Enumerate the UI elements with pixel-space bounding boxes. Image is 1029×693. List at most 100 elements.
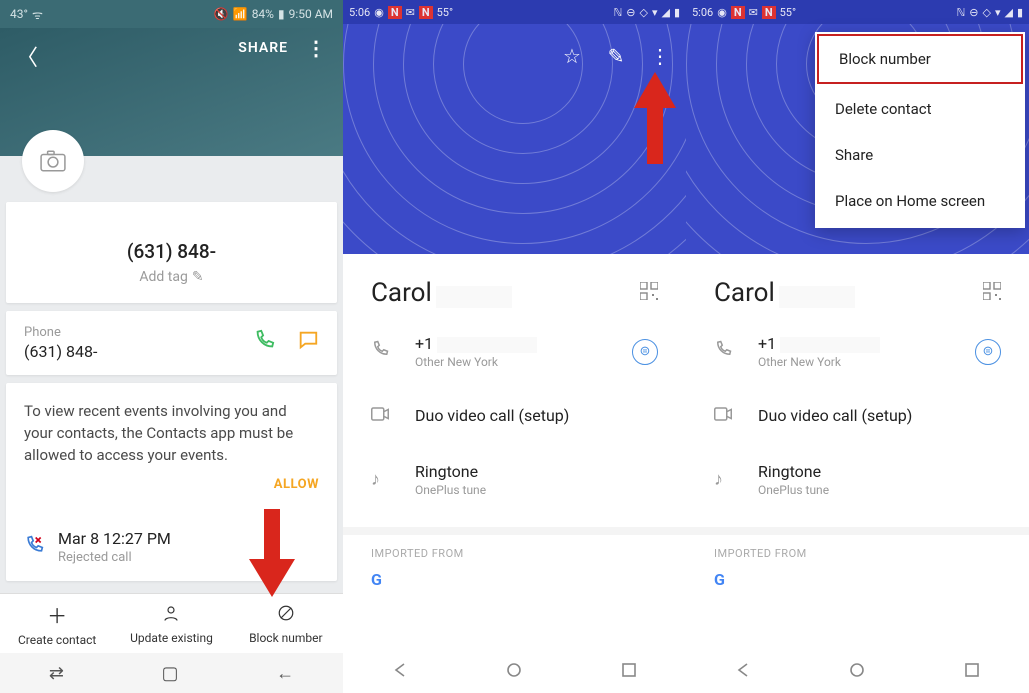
duo-label: Duo video call (setup) <box>758 406 1001 425</box>
redacted-lastname <box>779 286 855 308</box>
nav-back-icon[interactable]: ← <box>276 663 294 684</box>
signal-icon: 📶 <box>233 7 248 21</box>
status-bar: 5:06 ◉ N ✉ N 55° ℕ ⊖ ◇ ▾ ◢ ▮ <box>343 0 686 24</box>
music-note-icon: ♪ <box>714 469 736 490</box>
phone-prefix: +1 <box>758 334 776 353</box>
app-icon-m: ✉ <box>406 6 415 19</box>
google-source[interactable]: G <box>343 566 686 594</box>
message-icon[interactable]: ⊜ <box>975 339 1001 365</box>
nav-back-icon[interactable] <box>392 662 408 682</box>
create-contact-button[interactable]: ＋ Create contact <box>0 594 114 653</box>
google-icon: G <box>714 570 734 590</box>
rejected-call-icon <box>24 535 44 560</box>
music-note-icon: ♪ <box>371 469 393 490</box>
clock: 5:06 <box>692 6 713 19</box>
app-icon-n: N <box>388 6 402 19</box>
phone-sub: Other New York <box>758 355 953 369</box>
phone-prefix: +1 <box>415 334 433 353</box>
duo-row[interactable]: Duo video call (setup) <box>686 387 1029 444</box>
video-icon <box>714 405 736 426</box>
section-divider <box>686 527 1029 535</box>
favorite-icon[interactable]: ☆ <box>554 38 590 74</box>
battery-icon: ▮ <box>278 7 285 21</box>
phone-row[interactable]: +1 Other New York ⊜ <box>343 316 686 387</box>
qr-icon[interactable] <box>983 282 1001 305</box>
nav-recents-icon[interactable] <box>964 662 980 682</box>
phone-row[interactable]: +1 Other New York ⊜ <box>686 316 1029 387</box>
nav-home-icon[interactable] <box>506 662 522 682</box>
app-icon-m: ✉ <box>749 6 758 19</box>
temp-indicator: 43° <box>10 7 28 21</box>
block-number-button[interactable]: Block number <box>229 594 343 653</box>
update-existing-button[interactable]: Update existing <box>114 594 228 653</box>
app-icon-n2: N <box>762 6 776 19</box>
recent-status: Rejected call <box>58 550 171 565</box>
phone-sub: Other New York <box>415 355 610 369</box>
nav-home-icon[interactable] <box>849 662 865 682</box>
screen-oneplus-contact: 5:06 ◉ N ✉ N 55° ℕ ⊖ ◇ ▾ ◢ ▮ ☆ <box>343 0 686 693</box>
more-icon[interactable]: ⋮ <box>642 38 678 74</box>
temp-indicator: 55° <box>780 6 796 19</box>
phone-label: Phone <box>24 325 97 340</box>
section-divider <box>343 527 686 535</box>
nav-recents-icon[interactable] <box>621 662 637 682</box>
battery-pct: 84% <box>252 7 274 21</box>
status-dot: ◉ <box>374 6 384 19</box>
permission-text: To view recent events involving you and … <box>24 401 319 466</box>
clock: 9:50 AM <box>289 7 333 21</box>
duo-row[interactable]: Duo video call (setup) <box>343 387 686 444</box>
edit-icon[interactable]: ✎ <box>598 38 634 74</box>
qr-icon[interactable] <box>640 282 658 305</box>
add-tag-button[interactable]: Add tag ✎ <box>22 269 321 285</box>
message-icon[interactable]: ⊜ <box>632 339 658 365</box>
menu-place-home[interactable]: Place on Home screen <box>815 178 1025 224</box>
contact-name: Carol <box>714 278 775 308</box>
nfc-icon: ℕ <box>613 6 622 19</box>
edit-icon: ✎ <box>192 269 204 285</box>
redacted-number <box>780 337 880 353</box>
permission-card: To view recent events involving you and … <box>6 383 337 581</box>
name-row: Carol <box>686 254 1029 316</box>
person-icon <box>162 603 180 627</box>
ringtone-row[interactable]: ♪ Ringtone OnePlus tune <box>686 444 1029 515</box>
avatar-camera[interactable] <box>22 130 84 192</box>
name-card: (631) 848- Add tag ✎ <box>6 202 337 303</box>
wifi-icon: ᯤ <box>32 6 43 23</box>
share-button[interactable]: SHARE <box>238 40 288 56</box>
menu-delete-contact[interactable]: Delete contact <box>815 86 1025 132</box>
back-icon[interactable]: 〈 <box>16 40 38 72</box>
nav-recents-icon[interactable]: ⇄ <box>49 663 64 684</box>
signal-icon: ◢ <box>1004 6 1012 19</box>
redacted-lastname <box>436 286 512 308</box>
battery-icon: ▮ <box>1017 6 1023 19</box>
phone-icon <box>371 340 393 363</box>
call-icon[interactable] <box>253 329 275 357</box>
nav-back-icon[interactable] <box>735 662 751 682</box>
block-icon <box>277 603 295 627</box>
status-bar: 5:06 ◉ N ✉ N 55° ℕ ⊖ ◇ ▾ ◢ ▮ <box>686 0 1029 24</box>
recent-call-row[interactable]: Mar 8 12:27 PM Rejected call <box>6 513 337 581</box>
bottom-actions: ＋ Create contact Update existing Block n… <box>0 593 343 653</box>
overflow-menu: Block number Delete contact Share Place … <box>815 32 1025 228</box>
nav-bar <box>686 651 1029 693</box>
menu-block-number[interactable]: Block number <box>817 34 1023 84</box>
nav-home-icon[interactable]: ▢ <box>162 663 179 684</box>
signal-icon: ◢ <box>661 6 669 19</box>
contact-name: (631) 848- <box>22 240 321 263</box>
battery-icon: ▮ <box>674 6 680 19</box>
more-icon[interactable]: ⋮ <box>306 43 327 53</box>
google-source[interactable]: G <box>686 566 1029 594</box>
recent-time: Mar 8 12:27 PM <box>58 529 171 548</box>
allow-button[interactable]: ALLOW <box>24 476 319 495</box>
menu-share[interactable]: Share <box>815 132 1025 178</box>
message-icon[interactable] <box>297 329 319 357</box>
app-icon-n: N <box>731 6 745 19</box>
mute-icon: 🔇 <box>214 7 229 21</box>
redacted-number <box>437 337 537 353</box>
app-icon-n2: N <box>419 6 433 19</box>
ringtone-row[interactable]: ♪ Ringtone OnePlus tune <box>343 444 686 515</box>
wifi-icon: ▾ <box>652 6 658 19</box>
data-icon: ◇ <box>982 6 990 19</box>
phone-card: Phone (631) 848- <box>6 311 337 375</box>
nfc-icon: ℕ <box>956 6 965 19</box>
